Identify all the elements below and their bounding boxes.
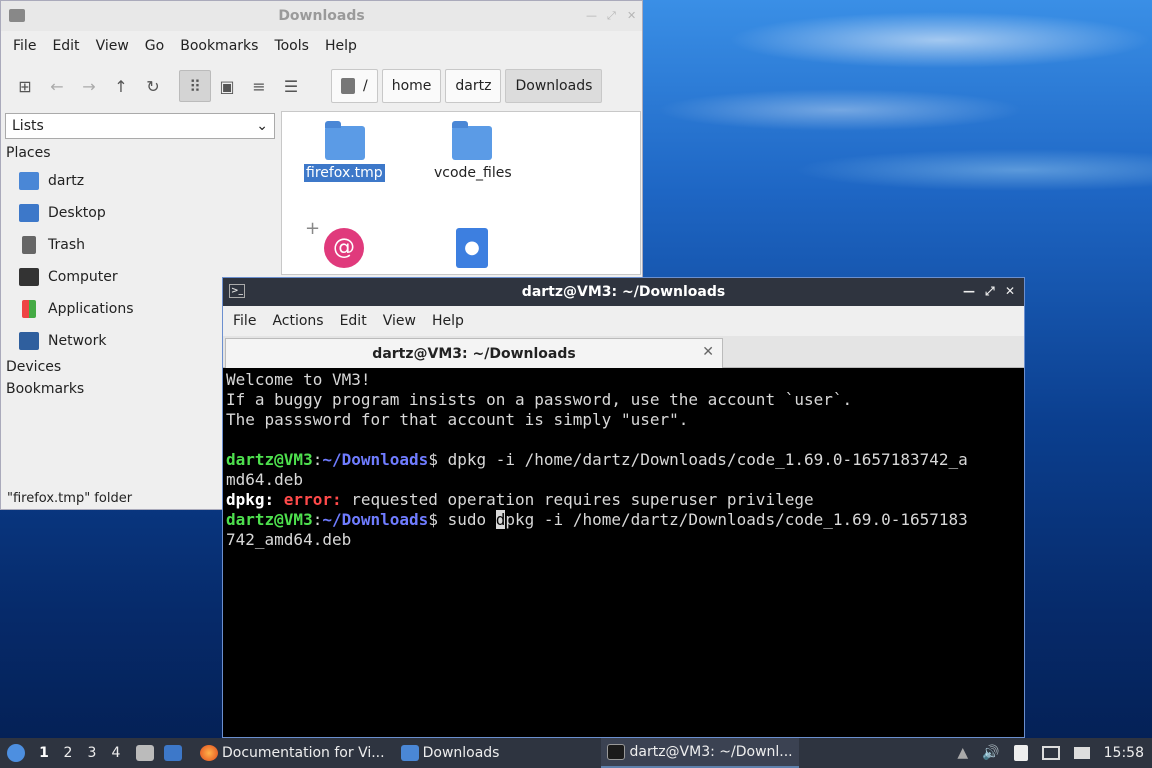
network-monitor-icon[interactable] [1041, 746, 1060, 760]
home-folder-icon [19, 172, 39, 190]
back-icon[interactable]: ← [41, 70, 73, 102]
menu-view[interactable]: View [375, 313, 424, 329]
clipboard-icon[interactable] [1013, 745, 1028, 761]
maximize-icon[interactable]: ⤢ [607, 9, 616, 23]
desktop-wallpaper [640, 0, 1152, 240]
menu-help[interactable]: Help [424, 313, 472, 329]
task-firefox[interactable]: Documentation for Vi... [194, 738, 391, 768]
path-dartz[interactable]: dartz [445, 69, 502, 103]
reload-icon[interactable]: ↻ [137, 70, 169, 102]
path-downloads[interactable]: Downloads [505, 69, 603, 103]
menu-edit[interactable]: Edit [332, 313, 375, 329]
output-line: The passsword for that account is simply… [226, 410, 689, 429]
lxqt-logo-icon [7, 744, 25, 762]
places-header: Places [6, 145, 51, 161]
task-downloads[interactable]: Downloads [395, 738, 506, 768]
keyboard-icon[interactable] [1073, 747, 1090, 759]
forward-icon[interactable]: → [73, 70, 105, 102]
path-bar: / home dartz Downloads [331, 69, 606, 103]
prompt-line: dartz@VM3:~/Downloads$ dpkg -i /home/dar… [226, 450, 968, 469]
desktop-icon [19, 204, 39, 222]
applications-icon [22, 300, 36, 318]
menu-tools[interactable]: Tools [266, 38, 317, 54]
debian-package-icon: @ [324, 228, 364, 268]
output-line: Welcome to VM3! [226, 370, 371, 389]
menu-actions[interactable]: Actions [264, 313, 331, 329]
terminal-menubar: File Actions Edit View Help [223, 306, 1024, 336]
thumbnail-view-icon[interactable]: ▣ [211, 70, 243, 102]
menu-view[interactable]: View [88, 38, 137, 54]
start-menu-button[interactable] [0, 744, 32, 762]
clock[interactable]: 15:58 [1104, 745, 1144, 761]
terminal-icon [607, 744, 626, 760]
window-title: Downloads [278, 8, 365, 24]
side-pane-mode-select[interactable]: Lists ⌄ [5, 113, 275, 139]
tray-up-arrow-icon[interactable]: ▲ [957, 745, 968, 761]
plus-icon: + [305, 218, 321, 239]
menu-edit[interactable]: Edit [44, 38, 87, 54]
path-home[interactable]: home [381, 69, 442, 103]
close-icon[interactable]: ✕ [1005, 284, 1015, 298]
workspace-4[interactable]: 4 [104, 745, 128, 761]
terminal-title: dartz@VM3: ~/Downloads [521, 284, 726, 300]
error-line: dpkg: error: requested operation require… [226, 490, 814, 509]
place-dartz[interactable]: dartz [1, 165, 279, 197]
close-icon[interactable]: ✕ [627, 9, 636, 22]
volume-icon[interactable]: 🔊 [982, 745, 999, 761]
compact-view-icon[interactable]: ≡ [243, 70, 275, 102]
menu-bookmarks[interactable]: Bookmarks [172, 38, 266, 54]
output-line: md64.deb [226, 470, 304, 489]
task-terminal[interactable]: dartz@VM3: ~/Downl... [601, 738, 799, 768]
terminal-output[interactable]: Welcome to VM3! If a buggy program insist… [223, 368, 1024, 552]
folder-icon [325, 121, 365, 160]
folder-icon [400, 745, 419, 761]
terminal-tab[interactable]: dartz@VM3: ~/Downloads ✕ [225, 338, 723, 368]
text-cursor: d [495, 510, 506, 529]
show-desktop-icon[interactable] [164, 745, 182, 761]
system-tray: ▲ 🔊 15:58 [957, 745, 1152, 761]
terminal-titlebar[interactable]: >_ dartz@VM3: ~/Downloads — ⤢ ✕ [223, 278, 1024, 306]
firefox-icon [200, 745, 218, 761]
menu-file[interactable]: File [225, 313, 264, 329]
trash-icon [22, 236, 36, 254]
workspace-1[interactable]: 1 [32, 745, 56, 761]
drive-icon [341, 78, 355, 94]
detailed-list-view-icon[interactable]: ☰ [275, 70, 307, 102]
html-file-icon: ● [456, 228, 488, 268]
path-root[interactable]: / [331, 69, 378, 103]
status-bar: "firefox.tmp" folder [7, 491, 133, 506]
terminal-icon: >_ [229, 284, 245, 298]
new-tab-icon[interactable]: ⊞ [9, 70, 41, 102]
menu-file[interactable]: File [5, 38, 44, 54]
menu-help[interactable]: Help [317, 38, 365, 54]
place-desktop[interactable]: Desktop [1, 197, 279, 229]
minimize-icon[interactable]: — [586, 9, 597, 22]
file-manager-launcher-icon[interactable] [136, 745, 154, 761]
taskbar: 1 2 3 4 Documentation for Vi... Download… [0, 738, 1152, 768]
computer-icon [19, 268, 39, 286]
file-view: firefox.tmp vcode_files + @ ● [281, 111, 641, 275]
output-line: 742_amd64.deb [226, 530, 352, 549]
icon-view-icon[interactable]: ⠿ [179, 70, 211, 102]
place-trash[interactable]: Trash [1, 229, 279, 261]
terminal-tabbar: dartz@VM3: ~/Downloads ✕ [223, 336, 1024, 368]
file-manager-menubar: File Edit View Go Bookmarks Tools Help [1, 31, 642, 61]
prompt-line: dartz@VM3:~/Downloads$ sudo dpkg -i /hom… [226, 510, 968, 529]
chevron-down-icon: ⌄ [256, 118, 268, 134]
file-manager-titlebar[interactable]: Downloads — ⤢ ✕ [1, 1, 642, 31]
tab-close-icon[interactable]: ✕ [702, 344, 714, 360]
up-icon[interactable]: ↑ [105, 70, 137, 102]
menu-go[interactable]: Go [137, 38, 172, 54]
folder-icon [452, 121, 492, 160]
network-icon [19, 332, 39, 350]
workspace-2[interactable]: 2 [56, 745, 80, 761]
workspace-3[interactable]: 3 [80, 745, 104, 761]
file-manager-toolbar: ⊞ ← → ↑ ↻ ⠿ ▣ ≡ ☰ / home dartz Downloads [1, 61, 642, 111]
terminal-window: >_ dartz@VM3: ~/Downloads — ⤢ ✕ File Act… [222, 277, 1025, 738]
minimize-icon[interactable]: — [963, 284, 975, 298]
output-line: If a buggy program insists on a password… [226, 390, 853, 409]
maximize-icon[interactable]: ⤢ [985, 284, 995, 299]
